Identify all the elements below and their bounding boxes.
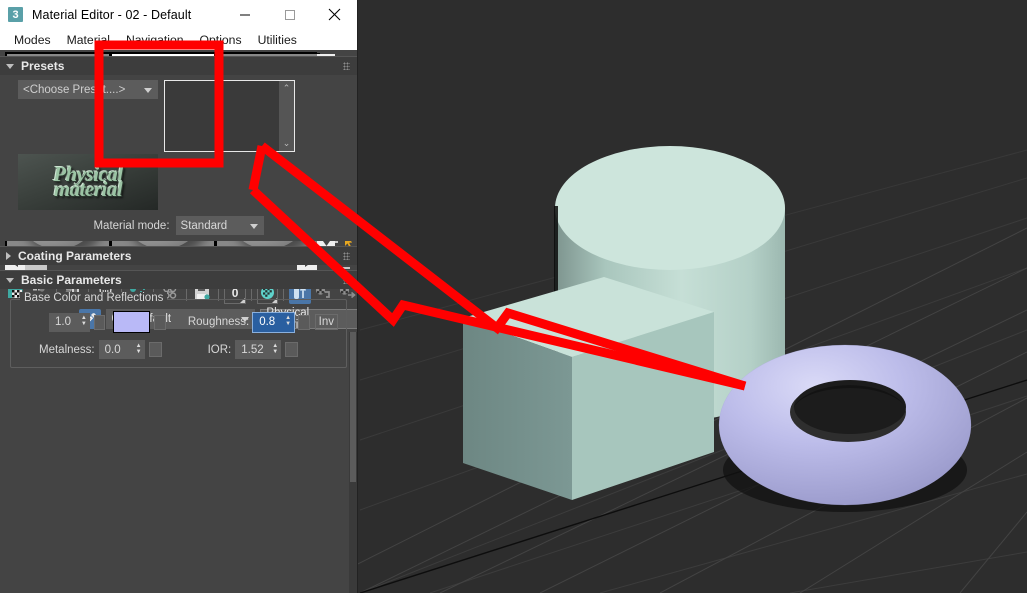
app-icon: 3 bbox=[8, 7, 23, 22]
preset-list-box[interactable]: ⌃ ⌄ bbox=[164, 80, 295, 152]
base-color-group-legend: Base Color and Reflections bbox=[20, 292, 168, 304]
base-weight-input[interactable]: 1.0 ▲ ▼ bbox=[49, 312, 90, 332]
preset-chooser-row: <Choose Preset....> ⌃ ⌄ bbox=[0, 80, 357, 152]
chevron-down-icon bbox=[249, 223, 258, 229]
spinner-arrows-icon[interactable]: ▲ ▼ bbox=[81, 315, 87, 327]
menu-utilities[interactable]: Utilities bbox=[250, 31, 305, 49]
chevron-down-icon bbox=[6, 63, 14, 69]
menu-material[interactable]: Material bbox=[59, 31, 118, 49]
spinner-arrows-icon[interactable]: ▲ ▼ bbox=[136, 343, 142, 355]
choose-preset-value: <Choose Preset....> bbox=[23, 83, 126, 96]
preset-thumbnail-text: Physical material bbox=[53, 164, 123, 201]
ior-value: 1.52 bbox=[241, 343, 264, 356]
material-mode-value: Standard bbox=[180, 219, 228, 232]
preset-thumbnail: Physical material bbox=[18, 154, 158, 210]
spinner-arrows-icon[interactable]: ▲ ▼ bbox=[285, 315, 291, 327]
rollout-grip-icon bbox=[343, 276, 350, 284]
chevron-down-icon bbox=[6, 277, 14, 283]
menu-navigation[interactable]: Navigation bbox=[118, 31, 192, 49]
chevron-right-icon bbox=[6, 252, 11, 260]
window-controls bbox=[222, 0, 357, 29]
roughness-value: 0.8 bbox=[259, 316, 276, 328]
metalness-value: 0.0 bbox=[104, 343, 121, 356]
panel-scrollbar[interactable] bbox=[349, 332, 357, 593]
base-weight-row: 1.0 ▲ ▼ Roughness: 0.8 ▲ ▼ Inv bbox=[19, 311, 338, 333]
window-title: Material Editor - 02 - Default bbox=[32, 7, 192, 22]
base-color-swatch[interactable] bbox=[113, 311, 151, 333]
rollout-basic-parameters-title: Basic Parameters bbox=[21, 273, 122, 287]
panel-scrollbar-thumb[interactable] bbox=[350, 332, 356, 482]
ior-input[interactable]: 1.52 ▲ ▼ bbox=[235, 340, 282, 359]
roughness-map-button[interactable] bbox=[298, 314, 310, 330]
scroll-up-icon[interactable]: ⌃ bbox=[283, 83, 291, 94]
rollout-presets-title: Presets bbox=[21, 59, 65, 73]
ior-map-button[interactable] bbox=[285, 342, 299, 357]
title-bar: 3 Material Editor - 02 - Default bbox=[0, 0, 357, 29]
rollout-basic-parameters-body: Base Color and Reflections 1.0 ▲ ▼ Roughn… bbox=[0, 289, 357, 368]
preset-thumb-line2: material bbox=[53, 176, 123, 201]
rollout-grip-icon bbox=[343, 62, 350, 70]
material-mode-row: Material mode: Standard bbox=[0, 216, 357, 235]
rollout-coating-parameters-header[interactable]: Coating Parameters bbox=[0, 246, 357, 265]
metalness-map-button[interactable] bbox=[148, 342, 162, 357]
metalness-input[interactable]: 0.0 ▲ ▼ bbox=[98, 340, 145, 359]
roughness-invert-button[interactable]: Inv bbox=[314, 314, 338, 330]
base-color-map-button[interactable] bbox=[154, 314, 166, 330]
rollout-presets-header[interactable]: Presets bbox=[0, 56, 357, 75]
material-editor-window: 3 Material Editor - 02 - Default Modes M… bbox=[0, 0, 358, 593]
maximize-button[interactable] bbox=[267, 0, 312, 29]
metalness-ior-row: Metalness: 0.0 ▲ ▼ IOR: 1.52 ▲ ▼ bbox=[19, 340, 338, 359]
base-color-and-reflections-group: Base Color and Reflections 1.0 ▲ ▼ Roughn… bbox=[10, 292, 347, 368]
preset-list-scrollbar[interactable]: ⌃ ⌄ bbox=[279, 81, 294, 151]
metalness-label: Metalness: bbox=[39, 343, 95, 356]
choose-preset-dropdown[interactable]: <Choose Preset....> bbox=[18, 80, 158, 99]
base-weight-map-button[interactable] bbox=[93, 314, 106, 330]
minimize-button[interactable] bbox=[222, 0, 267, 29]
scroll-down-icon[interactable]: ⌄ bbox=[283, 138, 291, 149]
chevron-down-icon bbox=[144, 87, 152, 93]
menu-modes[interactable]: Modes bbox=[6, 31, 59, 49]
roughness-input[interactable]: 0.8 ▲ ▼ bbox=[252, 311, 296, 333]
ior-label: IOR: bbox=[207, 343, 232, 356]
base-weight-value: 1.0 bbox=[55, 316, 71, 328]
menu-bar: Modes Material Navigation Options Utilit… bbox=[0, 29, 357, 50]
close-button[interactable] bbox=[312, 0, 357, 29]
spinner-arrows-icon[interactable]: ▲ ▼ bbox=[272, 343, 278, 355]
rollout-grip-icon bbox=[343, 252, 350, 260]
viewport-torus-shape bbox=[718, 344, 972, 506]
rollout-basic-parameters-header[interactable]: Basic Parameters bbox=[0, 270, 357, 289]
roughness-label: Roughness: bbox=[187, 316, 250, 328]
rollout-coating-parameters-title: Coating Parameters bbox=[18, 249, 132, 263]
material-mode-label: Material mode: bbox=[93, 219, 170, 232]
material-mode-dropdown[interactable]: Standard bbox=[175, 216, 264, 235]
menu-options[interactable]: Options bbox=[192, 31, 250, 49]
rollout-presets-body: <Choose Preset....> ⌃ ⌄ Physical materia… bbox=[0, 75, 357, 241]
